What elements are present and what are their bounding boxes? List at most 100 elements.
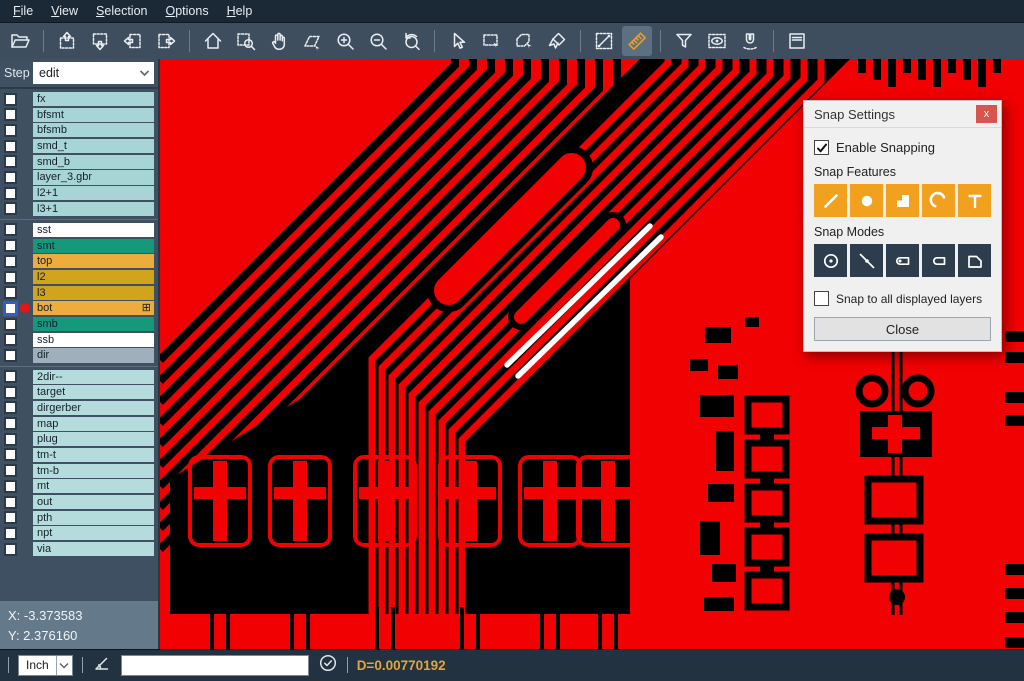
dialog-title-bar[interactable]: Snap Settings x — [804, 101, 1001, 128]
menu-file[interactable]: File — [4, 1, 42, 21]
move-up-icon[interactable] — [52, 26, 82, 56]
clear-brush-icon[interactable] — [542, 26, 572, 56]
move-left-icon[interactable] — [118, 26, 148, 56]
layer-label-sst[interactable]: sst — [33, 223, 154, 237]
layer-row-target[interactable]: target — [0, 385, 158, 399]
zoom-out-icon[interactable] — [363, 26, 393, 56]
filter-icon[interactable] — [669, 26, 699, 56]
ruler-icon[interactable] — [622, 26, 652, 56]
layer-label-mt[interactable]: mt — [33, 479, 154, 493]
view-options-icon[interactable] — [702, 26, 732, 56]
layer-row-sst[interactable]: sst — [0, 223, 158, 237]
select-arrow-icon[interactable] — [443, 26, 473, 56]
layer-label-map[interactable]: map — [33, 417, 154, 431]
layer-row-tm-t[interactable]: tm-t — [0, 448, 158, 462]
menu-view[interactable]: View — [42, 1, 87, 21]
snap-all-layers-checkbox[interactable] — [814, 291, 829, 306]
layer-row-fx[interactable]: fx — [0, 92, 158, 106]
layer-row-2dir--[interactable]: 2dir-- — [0, 370, 158, 384]
snap-mode-corner-icon[interactable] — [958, 244, 991, 277]
layer-row-l2[interactable]: l2 — [0, 270, 158, 284]
layer-row-smt[interactable]: smt — [0, 239, 158, 253]
layer-label-bfsmt[interactable]: bfsmt — [33, 108, 154, 122]
layer-label-dirgerber[interactable]: dirgerber — [33, 401, 154, 415]
layer-checkbox-target[interactable] — [4, 386, 17, 399]
layer-label-ssb[interactable]: ssb — [33, 333, 154, 347]
snap-feature-line-icon[interactable] — [814, 184, 847, 217]
layer-checkbox-layer_3.gbr[interactable] — [4, 171, 17, 184]
layer-label-top[interactable]: top — [33, 254, 154, 268]
layer-checkbox-l2+1[interactable] — [4, 187, 17, 200]
layer-checkbox-out[interactable] — [4, 496, 17, 509]
snap-feature-text-icon[interactable] — [958, 184, 991, 217]
menu-selection[interactable]: Selection — [87, 1, 156, 21]
layer-checkbox-l3+1[interactable] — [4, 202, 17, 215]
pan-hand-icon[interactable] — [264, 26, 294, 56]
close-button[interactable]: Close — [814, 317, 991, 341]
snap-feature-pad-icon[interactable] — [850, 184, 883, 217]
select-rectangle-icon[interactable] — [476, 26, 506, 56]
layer-row-dirgerber[interactable]: dirgerber — [0, 401, 158, 415]
enable-snapping-checkbox[interactable] — [814, 140, 829, 155]
layer-row-smb[interactable]: smb — [0, 317, 158, 331]
layer-checkbox-smt[interactable] — [4, 239, 17, 252]
menu-help[interactable]: Help — [218, 1, 262, 21]
layer-row-out[interactable]: out — [0, 495, 158, 509]
layer-checkbox-bot[interactable] — [4, 302, 17, 315]
layer-row-l3+1[interactable]: l3+1 — [0, 202, 158, 216]
layers-form-icon[interactable] — [782, 26, 812, 56]
measure-distance-icon[interactable] — [589, 26, 619, 56]
layer-label-tm-t[interactable]: tm-t — [33, 448, 154, 462]
layer-label-pth[interactable]: pth — [33, 511, 154, 525]
layer-row-via[interactable]: via — [0, 542, 158, 556]
layer-checkbox-ssb[interactable] — [4, 333, 17, 346]
layer-label-via[interactable]: via — [33, 542, 154, 556]
layer-checkbox-plug[interactable] — [4, 433, 17, 446]
layer-label-bot[interactable]: bot⊞ — [33, 301, 154, 315]
zoom-dynamic-icon[interactable] — [297, 26, 327, 56]
menu-options[interactable]: Options — [156, 1, 217, 21]
layer-row-mt[interactable]: mt — [0, 479, 158, 493]
layer-label-fx[interactable]: fx — [33, 92, 154, 106]
zoom-previous-icon[interactable] — [396, 26, 426, 56]
layer-checkbox-l2[interactable] — [4, 271, 17, 284]
layer-row-bfsmt[interactable]: bfsmt — [0, 108, 158, 122]
unit-dropdown[interactable]: Inch — [18, 655, 73, 676]
layer-row-bot[interactable]: bot⊞ — [0, 301, 158, 315]
layer-label-smt[interactable]: smt — [33, 239, 154, 253]
layer-row-l3[interactable]: l3 — [0, 286, 158, 300]
layer-label-dir[interactable]: dir — [33, 348, 154, 362]
layer-checkbox-dir[interactable] — [4, 349, 17, 362]
open-folder-icon[interactable] — [5, 26, 35, 56]
angle-icon[interactable] — [92, 653, 112, 678]
layer-row-plug[interactable]: plug — [0, 432, 158, 446]
select-polygon-icon[interactable] — [509, 26, 539, 56]
layer-row-l2+1[interactable]: l2+1 — [0, 186, 158, 200]
layer-row-map[interactable]: map — [0, 417, 158, 431]
layer-row-tm-b[interactable]: tm-b — [0, 464, 158, 478]
layer-checkbox-tm-b[interactable] — [4, 464, 17, 477]
layer-label-l2[interactable]: l2 — [33, 270, 154, 284]
confirm-circle-icon[interactable] — [318, 653, 338, 678]
layer-checkbox-tm-t[interactable] — [4, 448, 17, 461]
layer-checkbox-mt[interactable] — [4, 480, 17, 493]
layer-label-target[interactable]: target — [33, 385, 154, 399]
layer-checkbox-2dir--[interactable] — [4, 370, 17, 383]
layer-label-l3[interactable]: l3 — [33, 286, 154, 300]
snap-mode-slot-end-icon[interactable] — [886, 244, 919, 277]
layer-checkbox-bfsmb[interactable] — [4, 124, 17, 137]
layer-checkbox-smb[interactable] — [4, 318, 17, 331]
layer-checkbox-smd_b[interactable] — [4, 155, 17, 168]
snap-mode-slot-icon[interactable] — [922, 244, 955, 277]
layer-checkbox-npt[interactable] — [4, 527, 17, 540]
layer-checkbox-l3[interactable] — [4, 286, 17, 299]
snap-mode-midpoint-icon[interactable] — [850, 244, 883, 277]
snap-magnet-icon[interactable] — [735, 26, 765, 56]
snap-feature-surface-icon[interactable] — [886, 184, 919, 217]
move-down-icon[interactable] — [85, 26, 115, 56]
layer-checkbox-via[interactable] — [4, 543, 17, 556]
layer-label-bfsmb[interactable]: bfsmb — [33, 123, 154, 137]
layer-label-smd_b[interactable]: smd_b — [33, 155, 154, 169]
layer-row-pth[interactable]: pth — [0, 511, 158, 525]
home-icon[interactable] — [198, 26, 228, 56]
